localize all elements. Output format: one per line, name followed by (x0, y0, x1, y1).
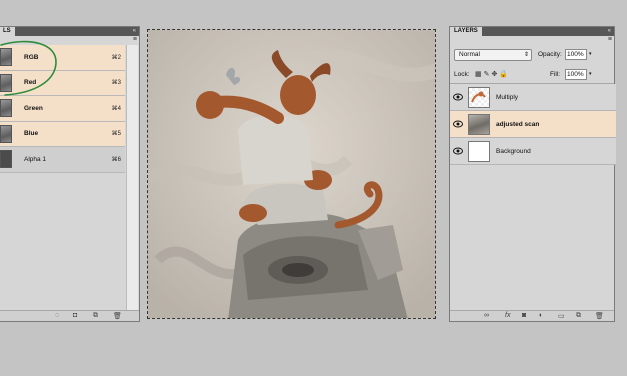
opacity-input[interactable]: 100% (565, 49, 587, 60)
chevron-down-icon[interactable]: ▾ (589, 51, 592, 57)
visibility-eye-icon[interactable] (453, 120, 463, 128)
thumbnail-art (471, 91, 486, 103)
channel-name: Alpha 1 (24, 155, 47, 163)
channel-thumbnail (0, 150, 12, 169)
group-icon[interactable]: ▭ (558, 312, 565, 320)
layer-row-multiply[interactable]: Multiply (450, 84, 616, 111)
layer-row-adjusted-scan[interactable]: adjusted scan (450, 111, 616, 138)
visibility-eye-icon[interactable] (453, 93, 463, 101)
fill-input[interactable]: 100% (565, 69, 587, 80)
blend-mode-select[interactable]: Normal ⇕ (454, 49, 532, 61)
channel-row-green[interactable]: Green ⌘4 (0, 96, 125, 122)
layer-row-background[interactable]: Background (450, 138, 616, 165)
link-icon[interactable]: ∞ (484, 312, 489, 319)
trash-icon[interactable]: 🗑 (595, 312, 604, 320)
collapse-icon[interactable]: « (608, 27, 611, 36)
channel-thumbnail (0, 124, 12, 143)
chevron-updown-icon: ⇕ (523, 52, 529, 58)
visibility-eye-icon[interactable] (453, 147, 463, 155)
channel-row-alpha-1[interactable]: Alpha 1 ⌘6 (0, 147, 125, 173)
lock-options[interactable]: ▦✎✥🔒 (475, 70, 510, 78)
collapse-icon[interactable]: « (133, 27, 136, 36)
channel-row-blue[interactable]: Blue ⌘5 (0, 121, 125, 147)
layer-name: Multiply (496, 94, 519, 101)
layer-thumbnail (468, 87, 490, 108)
channels-footer: ◌ ◘ ⧉ 🗑 (0, 310, 139, 321)
load-selection-icon[interactable]: ◌ (55, 312, 59, 319)
opacity-label: Opacity: (538, 51, 562, 58)
fill-label: Fill: (550, 71, 561, 78)
channel-shortcut: ⌘5 (111, 131, 121, 138)
channel-shortcut: ⌘3 (111, 80, 121, 87)
lock-paint-icon[interactable]: ✎ (484, 71, 492, 78)
layers-footer: ∞ fx ◙ ◐ ▭ ⧉ 🗑 (450, 310, 614, 321)
new-channel-icon[interactable]: ⧉ (93, 312, 98, 320)
layers-options-bar: ≡ Normal ⇕ Opacity: 100% ▾ Lock: ▦✎✥🔒 Fi… (450, 36, 614, 84)
channel-shortcut: ⌘6 (111, 156, 121, 163)
annotation-circle (0, 40, 57, 96)
layer-name: Background (496, 148, 531, 155)
layer-thumbnail (468, 141, 490, 162)
adjustment-icon[interactable]: ◐ (539, 312, 543, 319)
mask-icon[interactable]: ◙ (522, 312, 526, 319)
layers-panel: LAYERS « ≡ Normal ⇕ Opacity: 100% ▾ Lock… (449, 26, 616, 322)
document-canvas[interactable] (147, 29, 436, 319)
save-selection-icon[interactable]: ◘ (73, 312, 77, 319)
layers-panel-titlebar[interactable]: LAYERS « (450, 27, 614, 36)
layer-name: adjusted scan (496, 121, 540, 128)
fx-icon[interactable]: fx (505, 312, 510, 319)
panel-menu-icon[interactable]: ≡ (133, 36, 137, 43)
channel-thumbnail (0, 99, 12, 118)
lock-all-icon[interactable]: 🔒 (499, 71, 510, 78)
lock-label: Lock: (454, 71, 470, 78)
lock-transparent-icon[interactable]: ▦ (475, 71, 484, 78)
artwork-image (148, 30, 435, 318)
delete-channel-icon[interactable]: 🗑 (113, 312, 122, 320)
new-layer-icon[interactable]: ⧉ (576, 312, 581, 320)
layers-tab[interactable]: LAYERS (450, 27, 482, 36)
chevron-down-icon[interactable]: ▾ (589, 71, 592, 77)
layer-thumbnail (468, 114, 490, 135)
blend-mode-value: Normal (459, 51, 480, 58)
panel-menu-icon[interactable]: ≡ (608, 36, 612, 43)
channel-shortcut: ⌘4 (111, 105, 121, 112)
channels-panel: LS « ≡ RGB ⌘2 Red ⌘3 Green ⌘4 Blue ⌘5 Al… (0, 26, 140, 322)
channel-name: Green (24, 104, 43, 112)
channel-name: Blue (24, 130, 39, 138)
channel-shortcut: ⌘2 (111, 54, 121, 61)
channels-scrollbar[interactable] (126, 45, 138, 315)
